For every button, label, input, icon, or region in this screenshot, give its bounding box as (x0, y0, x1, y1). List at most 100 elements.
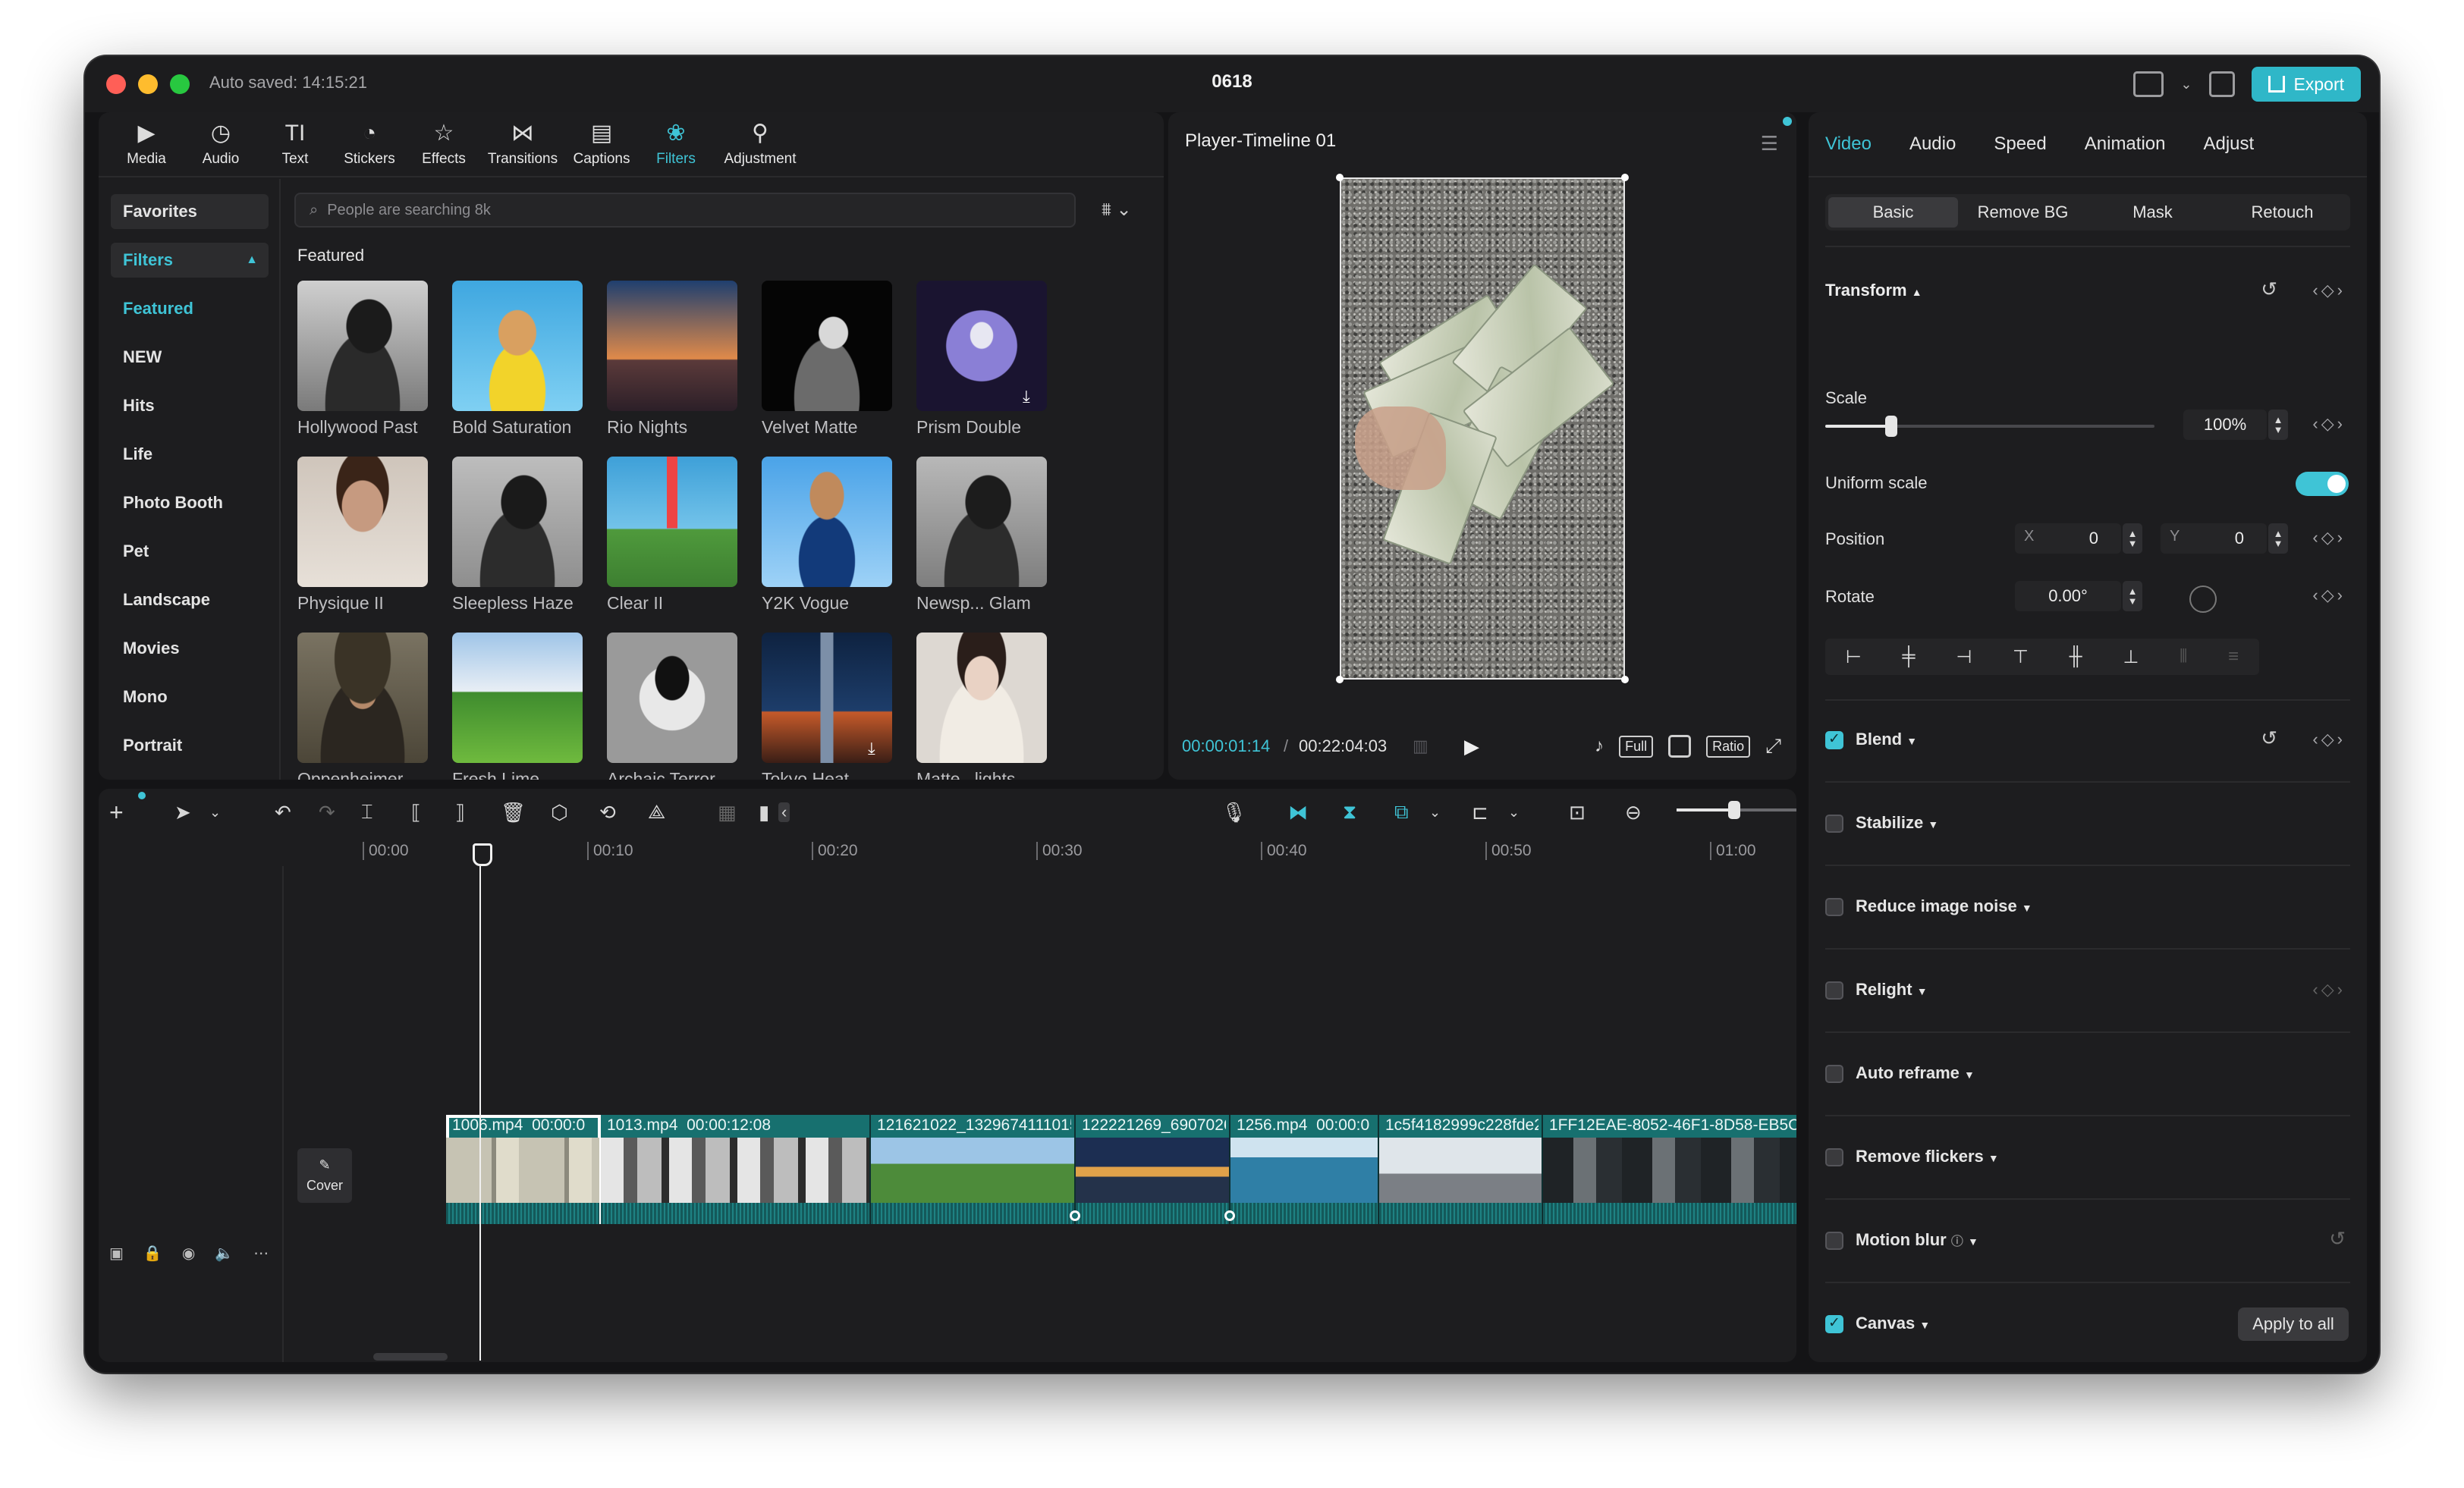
position-y-stepper[interactable]: ▲ ▼ (2268, 523, 2288, 554)
blend-label[interactable]: Blend ▼ (1856, 730, 1917, 749)
timeline-zoom-slider[interactable] (1677, 801, 1796, 819)
filter-card[interactable]: Hollywood Past (297, 281, 428, 444)
align-center-h-icon[interactable]: ╪ (1903, 646, 1916, 667)
align-bottom-icon[interactable]: ⊥ (2123, 646, 2139, 668)
resize-handle[interactable] (1621, 676, 1629, 683)
tab-transitions[interactable]: ⋈ Transitions (481, 112, 564, 177)
timeline-clip[interactable]: 1c5f4182999c228fde2 (1379, 1115, 1543, 1224)
filter-card[interactable]: ⤓ Prism Double (916, 281, 1047, 444)
transition-handle[interactable] (1224, 1210, 1235, 1221)
scale-stepper[interactable]: ▲ ▼ (2268, 410, 2288, 440)
transition-handle[interactable] (1070, 1210, 1080, 1221)
filter-card[interactable]: Y2K Vogue (762, 457, 892, 620)
zoom-preview-icon[interactable] (1668, 735, 1692, 758)
mark-icon[interactable]: ▮ (759, 801, 769, 824)
cover-button[interactable]: ✎ Cover (297, 1148, 352, 1203)
reduce-noise-label[interactable]: Reduce image noise ▼ (1856, 896, 2032, 916)
menu-icon[interactable]: ☰ (1761, 132, 1778, 155)
zoom-out-icon[interactable]: ⊖ (1625, 801, 1642, 824)
preview-axis-icon[interactable]: ⊏ (1472, 801, 1488, 824)
reset-icon[interactable]: ↺ (2261, 278, 2277, 301)
sidebar-item-filters[interactable]: Filters ▲ (111, 243, 269, 278)
shortcuts-icon[interactable] (2208, 71, 2235, 97)
chevron-down-icon[interactable]: ⌄ (1508, 805, 1520, 821)
tab-filters[interactable]: ❀ Filters (639, 112, 713, 177)
sidebar-item-mono[interactable]: Mono (111, 680, 269, 714)
keyframe-icon[interactable]: ‹◇› (2312, 528, 2346, 548)
freeze-icon[interactable]: ▦ (718, 801, 737, 824)
split-icon[interactable]: ⌶ (361, 800, 373, 824)
subtab-retouch[interactable]: Retouch (2217, 197, 2347, 228)
resize-handle[interactable] (1336, 676, 1344, 683)
chevron-down-icon[interactable]: ⌄ (209, 805, 221, 821)
chevron-down-icon[interactable]: ⌄ (2180, 77, 2192, 93)
redo-icon[interactable]: ↷ (319, 801, 335, 824)
link-icon[interactable]: ⧉ (1394, 800, 1409, 824)
sidebar-item-hits[interactable]: Hits (111, 388, 269, 423)
undo-icon[interactable]: ↶ (275, 801, 291, 824)
timeline-clip[interactable]: 121621022_132967411101521 (871, 1115, 1076, 1224)
resize-handle[interactable] (1336, 174, 1344, 181)
stabilize-label[interactable]: Stabilize ▼ (1856, 813, 1938, 833)
sort-filter-icon[interactable]: ⩩ ⌄ (1102, 199, 1132, 221)
tab-stickers[interactable]: ◔ Stickers (332, 112, 407, 177)
sidebar-item-photo-booth[interactable]: Photo Booth (111, 485, 269, 520)
align-top-icon[interactable]: ⊤ (2013, 646, 2029, 668)
add-track-icon[interactable]: + (109, 799, 124, 827)
timeline-clip[interactable]: 1256.mp4 00:00:0 (1230, 1115, 1379, 1224)
search-input[interactable]: ⌕ People are searching 8k (294, 193, 1076, 228)
help-icon[interactable]: ⓘ (1951, 1235, 1963, 1248)
sidebar-item-new[interactable]: NEW (111, 340, 269, 375)
reset-icon[interactable]: ↺ (2261, 727, 2277, 750)
auto-snap-icon[interactable]: ⧗ (1343, 800, 1356, 824)
split-right-icon[interactable]: ⟧ (455, 801, 465, 824)
mute-icon[interactable]: 🔈 (215, 1244, 234, 1263)
relight-checkbox[interactable] (1825, 981, 1843, 1000)
play-button[interactable]: ▶ (1464, 735, 1479, 758)
remove-flickers-label[interactable]: Remove flickers ▼ (1856, 1147, 1999, 1166)
sidebar-item-favorites[interactable]: Favorites (111, 194, 269, 229)
auto-reframe-label[interactable]: Auto reframe ▼ (1856, 1063, 1975, 1083)
blend-checkbox[interactable] (1825, 730, 1843, 749)
rotate-stepper[interactable]: ▲ ▼ (2123, 581, 2142, 611)
download-icon[interactable]: ⤓ (868, 740, 885, 757)
filter-card[interactable]: Sleepless Haze (452, 457, 583, 620)
filter-card[interactable]: Bold Saturation (452, 281, 583, 444)
visibility-icon[interactable]: ◉ (182, 1244, 195, 1263)
canvas-label[interactable]: Canvas ▼ (1856, 1314, 1930, 1333)
filter-card[interactable]: Velvet Matte (762, 281, 892, 444)
fit-icon[interactable]: ⊡ (1569, 801, 1586, 824)
sidebar-item-pet[interactable]: Pet (111, 534, 269, 569)
fullscreen-icon[interactable]: ⤢ (1765, 734, 1781, 758)
tab-audio[interactable]: ◷ Audio (184, 112, 258, 177)
sidebar-item-featured[interactable]: Featured (111, 291, 269, 326)
filter-card[interactable]: Matte...lights (916, 633, 1047, 780)
time-ruler[interactable]: 00:00 00:10 00:20 00:30 00:40 00:50 01:0… (99, 836, 1796, 866)
scale-slider[interactable] (1825, 416, 2154, 437)
auto-reframe-icon[interactable]: ⟁ (648, 800, 665, 824)
split-left-icon[interactable]: ⟦ (411, 801, 421, 824)
full-quality-button[interactable]: Full (1619, 735, 1654, 758)
tab-text[interactable]: TI Text (258, 112, 332, 177)
chevron-down-icon[interactable]: ⌄ (1429, 805, 1441, 821)
keyframe-icon[interactable]: ‹◇› (2312, 414, 2346, 434)
filter-card[interactable]: ⤓ Tokyo Heat (762, 633, 892, 780)
zoom-slider-handle[interactable] (1728, 801, 1740, 819)
tab-adjustment[interactable]: ⚲ Adjustment (713, 112, 807, 177)
tab-captions[interactable]: ▤ Captions (564, 112, 639, 177)
crop-icon[interactable]: ⟲ (599, 801, 616, 824)
uniform-scale-toggle[interactable] (2296, 472, 2349, 496)
keyframe-icon[interactable]: ‹◇› (2312, 281, 2346, 300)
timeline-clip[interactable]: 1FF12EAE-8052-46F1-8D58-EB5C260FE1CB. (1543, 1115, 1796, 1224)
sidebar-item-movies[interactable]: Movies (111, 631, 269, 666)
filter-card[interactable]: Oppenheimer (297, 633, 428, 780)
delete-icon[interactable]: 🗑 (501, 801, 526, 824)
download-icon[interactable]: ⤓ (1023, 388, 1039, 405)
scale-field[interactable]: 100% (2183, 410, 2267, 440)
microphone-icon[interactable]: 🎙 (1221, 801, 1246, 824)
align-right-icon[interactable]: ⊣ (1956, 646, 1972, 668)
auto-reframe-checkbox[interactable] (1825, 1065, 1843, 1083)
align-center-v-icon[interactable]: ╫ (2070, 646, 2082, 667)
sidebar-item-life[interactable]: Life (111, 437, 269, 472)
remove-flickers-checkbox[interactable] (1825, 1148, 1843, 1166)
